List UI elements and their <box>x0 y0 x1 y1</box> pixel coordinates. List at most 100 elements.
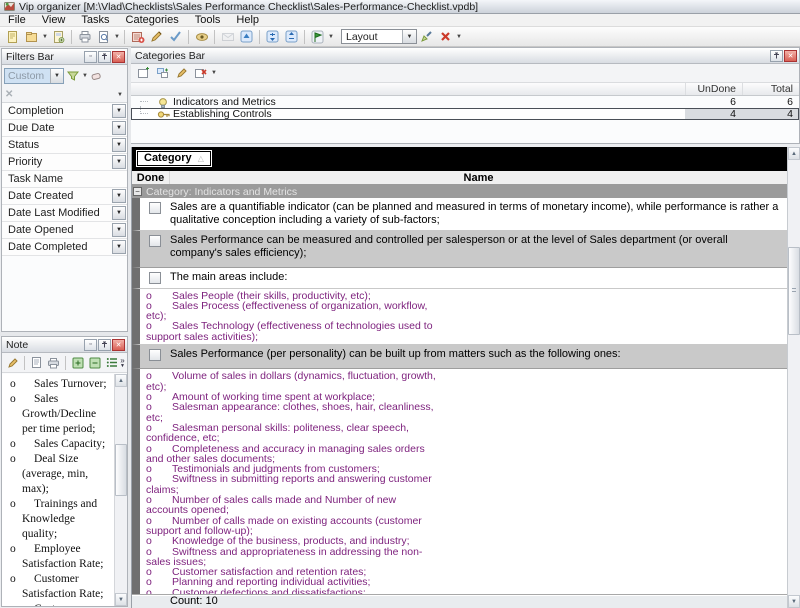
view-notes-icon[interactable] <box>192 28 211 45</box>
note-export-icon[interactable] <box>69 355 86 371</box>
edit-task-icon[interactable] <box>147 28 166 45</box>
open-icon[interactable] <box>22 28 41 45</box>
filter-dropdown-button[interactable]: ▼ <box>112 121 126 135</box>
filter-dropdown-button[interactable]: ▼ <box>112 155 126 169</box>
note-pin-icon[interactable] <box>98 339 111 351</box>
categories-pin-icon[interactable] <box>770 50 783 62</box>
delete-layout-icon[interactable] <box>436 28 455 45</box>
complete-task-icon[interactable] <box>166 28 185 45</box>
filter-row[interactable]: Due Date ▼ <box>2 120 127 137</box>
expand-all-icon[interactable] <box>263 28 282 45</box>
note-maximize-icon[interactable]: ▫ <box>84 339 97 351</box>
note-scroll-up-icon[interactable]: ▲ <box>115 374 127 387</box>
grid-scroll-thumb[interactable] <box>788 247 800 335</box>
note-edit-icon[interactable] <box>4 355 21 371</box>
filters-maximize-icon[interactable]: ▫ <box>84 51 97 63</box>
filter-row[interactable]: Date Created ▼ <box>2 188 127 205</box>
filters-close-icon[interactable]: ✕ <box>112 51 125 63</box>
apply-filter-icon[interactable] <box>64 68 81 85</box>
print-icon[interactable] <box>75 28 94 45</box>
grid-scroll-up-icon[interactable]: ▲ <box>788 147 800 160</box>
layout-combo-arrow[interactable]: ▼ <box>402 30 416 43</box>
filter-dropdown-button[interactable]: ▼ <box>112 138 126 152</box>
note-import-icon[interactable] <box>86 355 103 371</box>
note-bullets-row[interactable]: oVolume of sales in dollars (dynamics, f… <box>132 369 787 594</box>
filter-row[interactable]: Priority ▼ <box>2 154 127 171</box>
clear-filter-icon[interactable] <box>89 68 106 85</box>
new-category-icon[interactable] <box>134 65 153 82</box>
menu-item-file[interactable]: File <box>0 14 34 27</box>
note-list-icon[interactable] <box>103 355 120 371</box>
new-item-icon[interactable] <box>3 28 22 45</box>
send-mail-icon[interactable] <box>218 28 237 45</box>
filter-preset-arrow[interactable]: ▼ <box>50 69 63 83</box>
note-scroll-down-icon[interactable]: ▼ <box>115 593 127 606</box>
note-bullets-row[interactable]: oSales People (their skills, productivit… <box>132 289 787 345</box>
note-close-icon[interactable]: ✕ <box>112 339 125 351</box>
layout-overflow-dropdown[interactable]: ▼ <box>455 34 463 40</box>
layout-combobox[interactable]: Layout ▼ <box>341 29 417 44</box>
flag-dropdown[interactable]: ▼ <box>327 34 335 40</box>
new-subcategory-icon[interactable] <box>153 65 172 82</box>
remove-filter-icon[interactable]: ✕ <box>5 89 13 100</box>
grid-scrollbar[interactable]: ▲ ▼ <box>787 147 800 608</box>
categories-close-icon[interactable]: ✕ <box>784 50 797 62</box>
category-row[interactable]: Establishing Controls 4 4 <box>131 108 799 120</box>
note-page-icon[interactable] <box>28 355 45 371</box>
save-icon[interactable] <box>49 28 68 45</box>
note-header[interactable]: Note ▫ ✕ <box>2 337 127 353</box>
filter-row[interactable]: Completion ▼ <box>2 103 127 120</box>
note-content[interactable]: oSales Turnover;oSales Growth/Decline pe… <box>2 374 114 606</box>
delete-category-icon[interactable] <box>191 65 210 82</box>
filter-preset-combobox[interactable]: Custom ▼ <box>4 68 64 84</box>
filter-dropdown-button[interactable]: ▼ <box>112 223 126 237</box>
task-checkbox[interactable] <box>149 272 161 284</box>
filter-row[interactable]: Status ▼ <box>2 137 127 154</box>
filters-overflow-dropdown[interactable]: ▼ <box>116 92 124 98</box>
filter-dropdown-button[interactable]: ▼ <box>112 189 126 203</box>
column-name[interactable]: Name <box>170 171 787 184</box>
menu-item-tasks[interactable]: Tasks <box>73 14 117 27</box>
task-row[interactable]: Sales Performance (per personality) can … <box>132 345 787 370</box>
customize-layout-icon[interactable] <box>417 28 436 45</box>
print-preview-icon[interactable] <box>94 28 113 45</box>
filter-row[interactable]: Date Completed ▼ <box>2 239 127 256</box>
group-by-category-button[interactable]: Category △ <box>136 150 212 167</box>
filters-pin-icon[interactable] <box>98 51 111 63</box>
filter-dropdown-button[interactable]: ▼ <box>112 104 126 118</box>
task-row[interactable]: Sales are a quantifiable indicator (can … <box>132 198 787 231</box>
menu-item-categories[interactable]: Categories <box>118 14 187 27</box>
filter-dropdown-button[interactable]: ▼ <box>112 240 126 254</box>
task-row[interactable]: Sales Performance can be measured and co… <box>132 231 787 268</box>
note-scroll-thumb[interactable] <box>115 444 127 496</box>
move-up-icon[interactable] <box>237 28 256 45</box>
flag-filter-icon[interactable] <box>308 28 327 45</box>
column-done[interactable]: Done <box>132 171 170 184</box>
open-dropdown[interactable]: ▼ <box>41 34 49 40</box>
category-row[interactable]: Indicators and Metrics 6 6 <box>131 96 799 108</box>
column-undone[interactable]: UnDone <box>685 83 742 95</box>
filters-bar-header[interactable]: Filters Bar ▫ ✕ <box>2 49 127 65</box>
note-overflow-button[interactable]: »▼ <box>120 357 125 369</box>
filter-row[interactable]: Date Last Modified ▼ <box>2 205 127 222</box>
menu-item-help[interactable]: Help <box>228 14 267 27</box>
categories-bar-header[interactable]: Categories Bar ✕ <box>131 48 799 64</box>
column-total[interactable]: Total <box>742 83 799 95</box>
filter-row[interactable]: Task Name <box>2 171 127 188</box>
apply-filter-dropdown[interactable]: ▼ <box>81 73 89 79</box>
task-checkbox[interactable] <box>149 349 161 361</box>
filter-row[interactable]: Date Opened ▼ <box>2 222 127 239</box>
print-dropdown[interactable]: ▼ <box>113 34 121 40</box>
task-row[interactable]: The main areas include: <box>132 268 787 289</box>
category-group-row[interactable]: − Category: Indicators and Metrics <box>132 185 787 198</box>
grid-scroll-down-icon[interactable]: ▼ <box>788 595 800 608</box>
new-task-icon[interactable] <box>128 28 147 45</box>
menu-item-view[interactable]: View <box>34 14 74 27</box>
note-scrollbar[interactable]: ▲ ▼ <box>114 374 127 606</box>
note-print-icon[interactable] <box>45 355 62 371</box>
categories-overflow-dropdown[interactable]: ▼ <box>210 70 218 76</box>
task-checkbox[interactable] <box>149 202 161 214</box>
collapse-all-icon[interactable] <box>282 28 301 45</box>
filter-dropdown-button[interactable]: ▼ <box>112 206 126 220</box>
collapse-group-icon[interactable]: − <box>133 187 142 196</box>
